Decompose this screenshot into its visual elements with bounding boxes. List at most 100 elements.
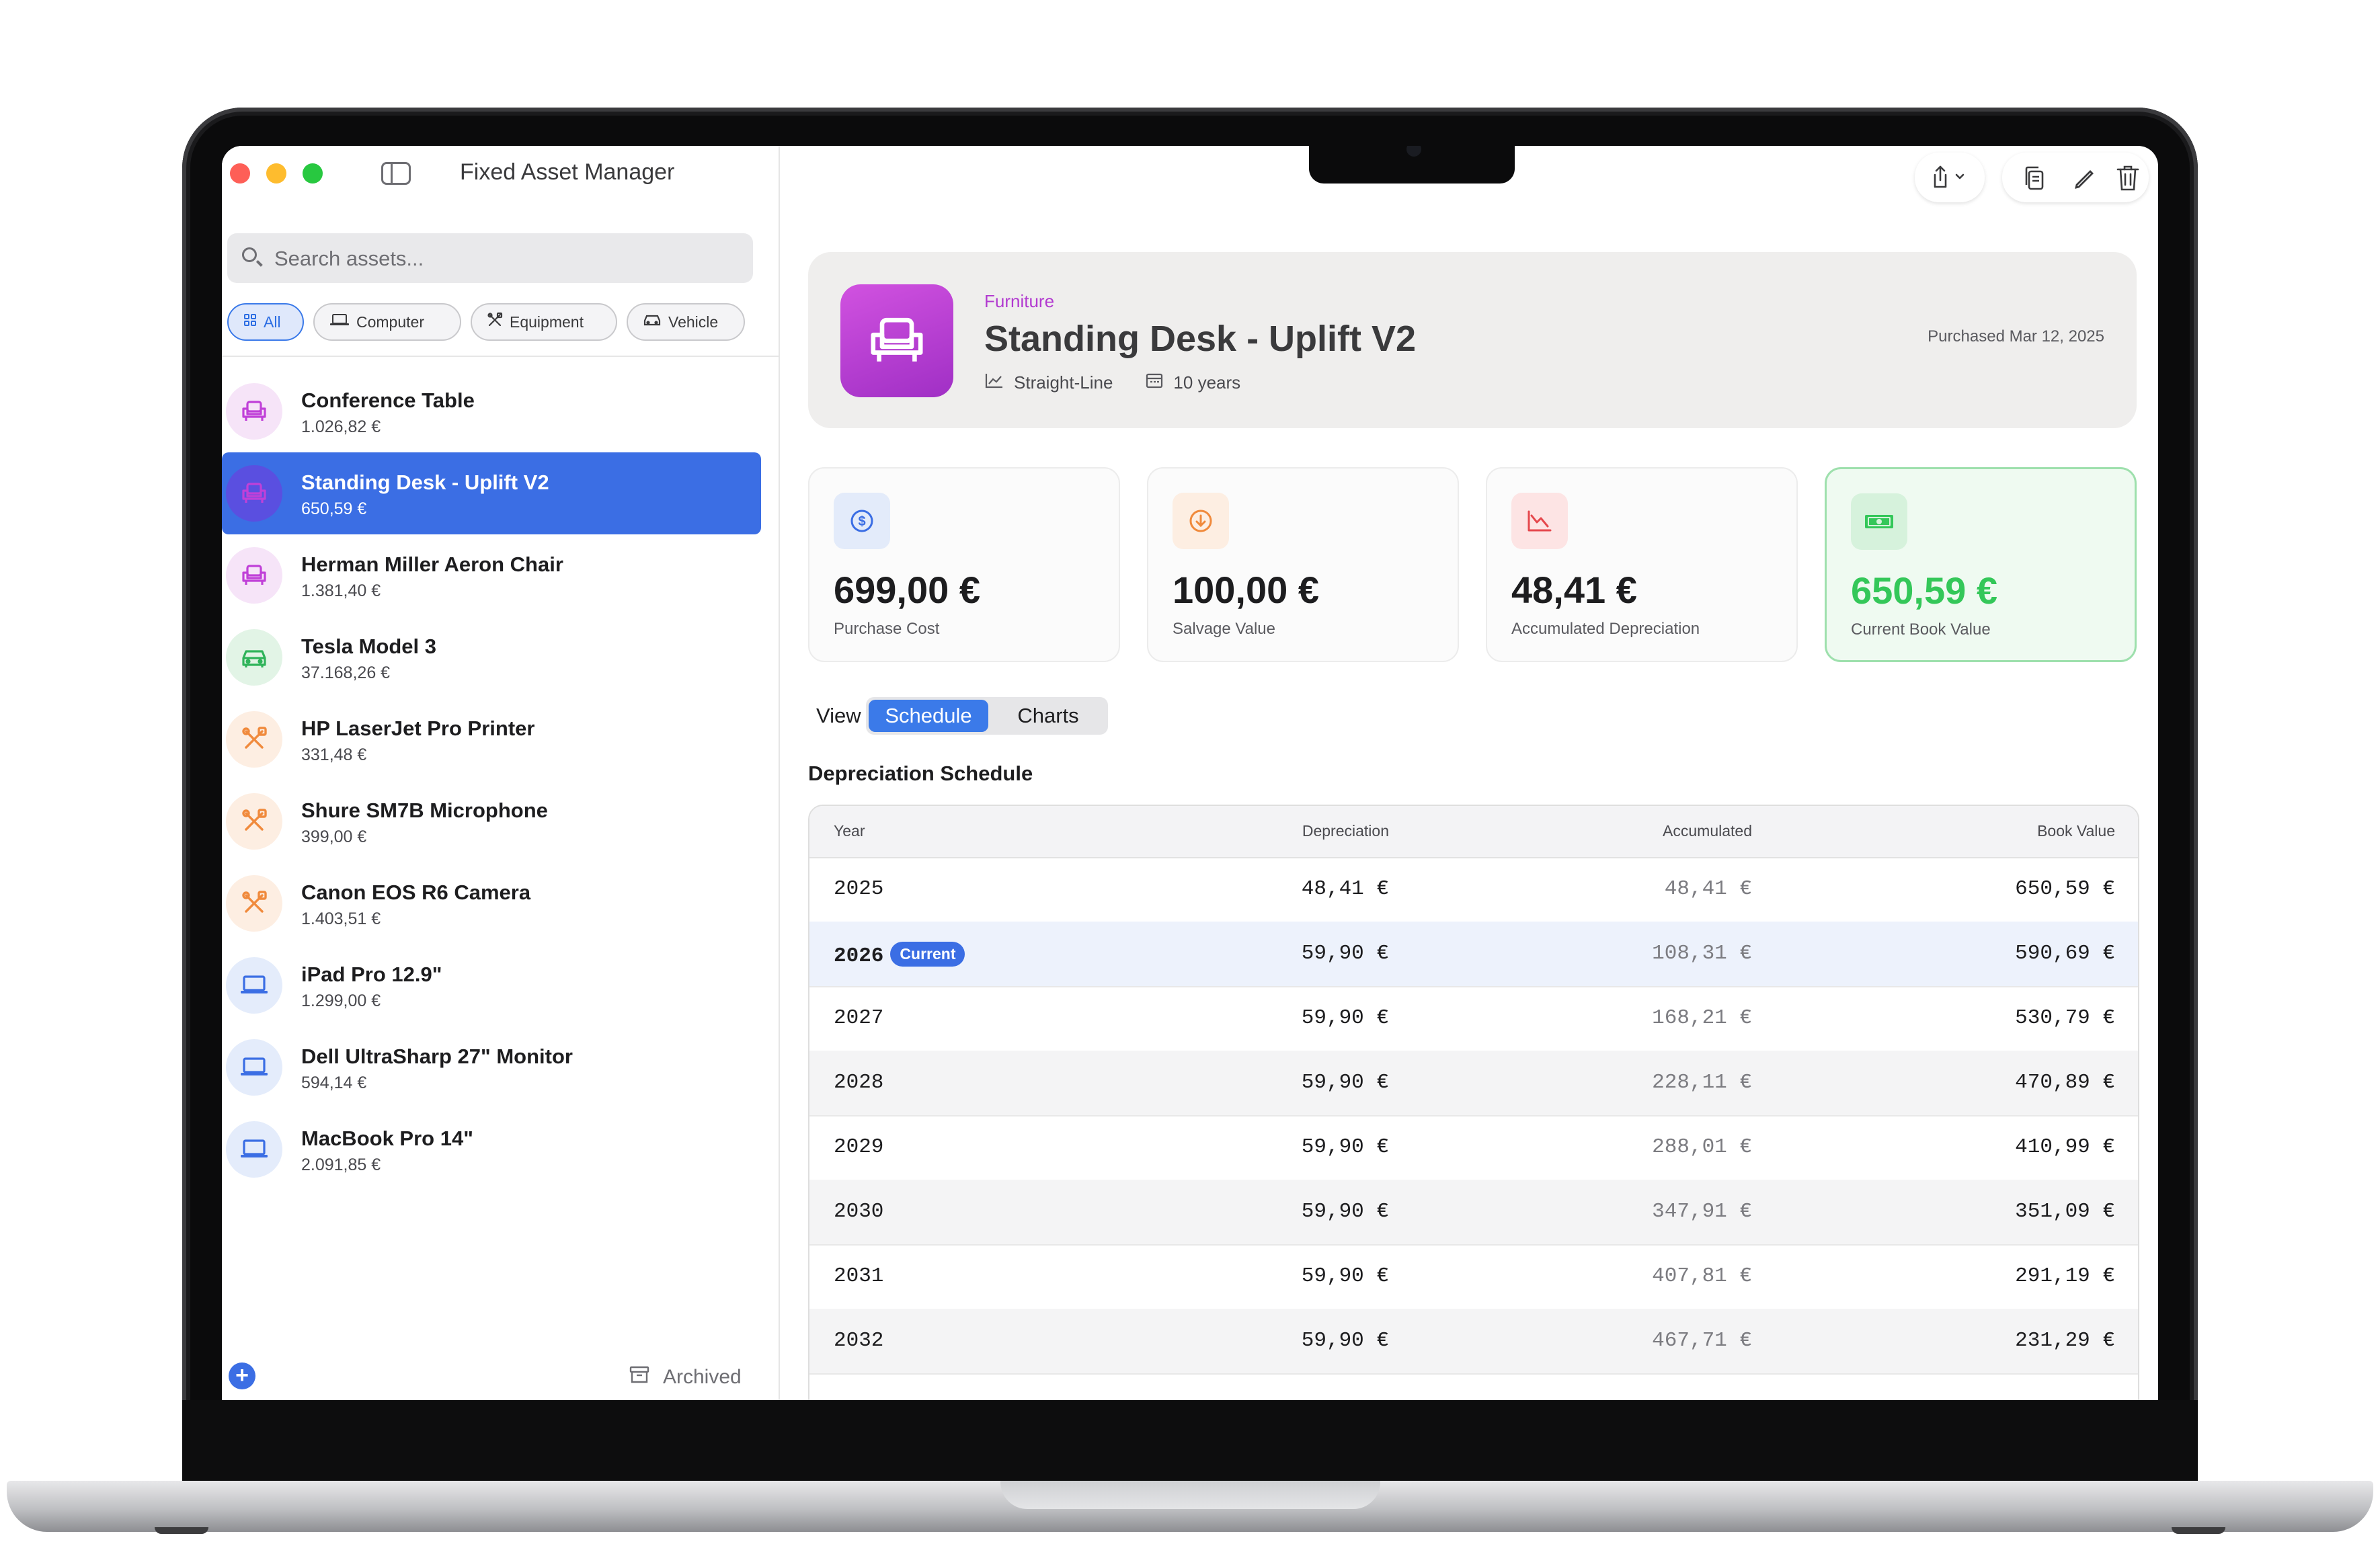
laptop-icon	[329, 313, 350, 331]
purchase-date: Purchased Mar 12, 2025	[1928, 327, 2104, 345]
cell-book-value: 650,59 €	[2015, 877, 2115, 901]
screen: Fixed Asset Manager All Computer Equipme…	[222, 146, 2158, 1400]
cell-accumulated: 48,41 €	[1664, 877, 1752, 901]
banknote-icon	[1851, 493, 1907, 550]
filter-chip-vehicle[interactable]: Vehicle	[627, 303, 745, 341]
asset-list-item[interactable]: HP LaserJet Pro Printer 331,48 €	[222, 698, 761, 780]
asset-value: 1.403,51 €	[301, 909, 381, 928]
stat-card-salvage-value: 100,00 € Salvage Value	[1147, 467, 1459, 662]
tab-charts[interactable]: Charts	[991, 700, 1105, 732]
asset-name: Canon EOS R6 Camera	[301, 881, 531, 904]
asset-name: HP LaserJet Pro Printer	[301, 717, 535, 740]
asset-list-item-selected[interactable]: Standing Desk - Uplift V2 650,59 €	[222, 452, 761, 534]
trash-icon[interactable]	[2115, 163, 2141, 196]
add-asset-button[interactable]: +	[229, 1362, 255, 1389]
divider	[222, 356, 779, 357]
cell-depreciation: 59,90 €	[1301, 1006, 1389, 1030]
stat-label: Purchase Cost	[834, 620, 940, 638]
table-row[interactable]: 2027 59,90 € 168,21 € 530,79 €	[809, 986, 2138, 1052]
zoom-window-button[interactable]	[303, 163, 323, 184]
cell-accumulated: 288,01 €	[1652, 1135, 1752, 1159]
detail-pane: Furniture Standing Desk - Uplift V2 Stra…	[780, 146, 2158, 1400]
edit-pencil-icon[interactable]	[2072, 166, 2098, 195]
furniture-icon	[226, 465, 282, 522]
cell-book-value: 410,99 €	[2015, 1135, 2115, 1159]
asset-header-card: Furniture Standing Desk - Uplift V2 Stra…	[808, 252, 2137, 428]
cell-depreciation: 59,90 €	[1301, 1071, 1389, 1094]
view-label: View	[816, 704, 861, 727]
asset-category: Furniture	[984, 291, 1055, 311]
table-row[interactable]: 2032 59,90 € 467,71 € 231,29 €	[809, 1309, 2138, 1375]
asset-list-item[interactable]: Herman Miller Aeron Chair 1.381,40 €	[222, 534, 761, 616]
asset-name: iPad Pro 12.9"	[301, 963, 442, 986]
tab-schedule[interactable]: Schedule	[869, 700, 988, 732]
asset-list-item[interactable]: Conference Table 1.026,82 €	[222, 370, 761, 452]
table-row[interactable]: 2031 59,90 € 407,81 € 291,19 €	[809, 1244, 2138, 1310]
asset-list-item[interactable]: Tesla Model 3 37.168,26 €	[222, 616, 761, 698]
laptop-base-notch	[1000, 1481, 1380, 1509]
tools-icon	[226, 875, 282, 932]
stat-value: 100,00 €	[1173, 569, 1319, 611]
asset-value: 37.168,26 €	[301, 663, 391, 682]
asset-value: 1.026,82 €	[301, 417, 381, 436]
column-header-accumulated: Accumulated	[1663, 822, 1752, 840]
table-header: Year Depreciation Accumulated Book Value	[809, 806, 2138, 858]
cell-year: 2025	[834, 877, 884, 901]
cell-book-value: 590,69 €	[2015, 942, 2115, 965]
asset-name: Tesla Model 3	[301, 635, 436, 658]
cell-year: 2027	[834, 1006, 884, 1030]
cell-year: 2031	[834, 1264, 884, 1288]
filter-label: Computer	[356, 313, 424, 331]
table-row[interactable]: 2028 59,90 € 228,11 € 470,89 €	[809, 1051, 2138, 1116]
cell-depreciation: 59,90 €	[1301, 1329, 1389, 1352]
filter-chip-computer[interactable]: Computer	[313, 303, 461, 341]
cell-year: 2032	[834, 1329, 884, 1352]
search-input[interactable]	[273, 233, 746, 284]
cell-accumulated: 467,71 €	[1652, 1329, 1752, 1352]
asset-value: 2.091,85 €	[301, 1155, 381, 1174]
year-text: 2026	[834, 944, 884, 968]
close-window-button[interactable]	[230, 163, 250, 184]
car-icon	[643, 313, 662, 332]
stat-card-current-book-value: 650,59 € Current Book Value	[1825, 467, 2137, 662]
column-header-book-value: Book Value	[2037, 822, 2115, 840]
tools-icon	[226, 711, 282, 768]
laptop-foot	[2172, 1527, 2225, 1534]
car-icon	[226, 629, 282, 686]
table-row-current[interactable]: 2026 Current 59,90 € 108,31 € 590,69 €	[809, 922, 2138, 987]
table-row[interactable]: 2029 59,90 € 288,01 € 410,99 €	[809, 1115, 2138, 1181]
cell-year: 2026 Current	[834, 942, 965, 968]
search-field[interactable]	[227, 233, 753, 284]
cell-accumulated: 347,91 €	[1652, 1200, 1752, 1223]
cell-depreciation: 59,90 €	[1301, 1200, 1389, 1223]
minimize-window-button[interactable]	[266, 163, 286, 184]
laptop-icon	[226, 1121, 282, 1178]
sidebar-toggle-icon[interactable]	[381, 162, 411, 185]
table-row[interactable]: 2025 48,41 € 48,41 € 650,59 €	[809, 857, 2138, 923]
filter-chip-equipment[interactable]: Equipment	[471, 303, 617, 341]
archived-label: Archived	[663, 1366, 742, 1388]
cell-accumulated: 108,31 €	[1652, 942, 1752, 965]
column-header-year: Year	[834, 822, 865, 840]
asset-list-item[interactable]: MacBook Pro 14" 2.091,85 €	[222, 1108, 761, 1190]
asset-list-item[interactable]: Dell UltraSharp 27" Monitor 594,14 €	[222, 1026, 761, 1108]
asset-name: MacBook Pro 14"	[301, 1127, 473, 1150]
asset-name: Standing Desk - Uplift V2	[301, 471, 549, 494]
duplicate-icon[interactable]	[2021, 165, 2048, 196]
asset-list-item[interactable]: Canon EOS R6 Camera 1.403,51 €	[222, 862, 761, 944]
asset-list-item[interactable]: iPad Pro 12.9" 1.299,00 €	[222, 944, 761, 1026]
table-row[interactable]: 2030 59,90 € 347,91 € 351,09 €	[809, 1180, 2138, 1246]
furniture-icon	[840, 284, 953, 397]
archived-button[interactable]: Archived	[629, 1365, 742, 1389]
asset-list-item[interactable]: Shure SM7B Microphone 399,00 €	[222, 780, 761, 862]
asset-value: 1.381,40 €	[301, 581, 381, 600]
share-menu-button[interactable]	[1915, 153, 1985, 202]
asset-name: Shure SM7B Microphone	[301, 799, 548, 822]
filter-chip-all[interactable]: All	[227, 303, 304, 341]
chart-down-icon	[1511, 493, 1568, 549]
asset-title: Standing Desk - Uplift V2	[984, 319, 1417, 359]
cell-depreciation: 59,90 €	[1301, 1135, 1389, 1159]
tools-icon	[487, 312, 503, 333]
camera-icon	[1406, 146, 1421, 157]
column-header-depreciation: Depreciation	[1302, 822, 1389, 840]
